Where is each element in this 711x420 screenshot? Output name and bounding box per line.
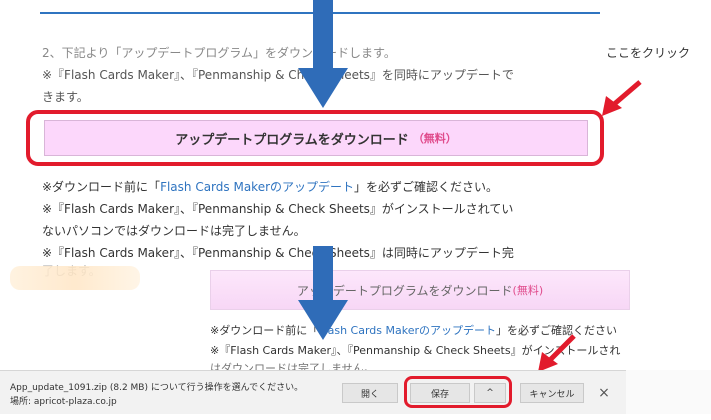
- highlight-outline-save: [404, 376, 512, 408]
- open-button[interactable]: 開く: [342, 383, 398, 403]
- download-source: 場所: apricot-plaza.co.jp: [10, 397, 117, 407]
- cancel-button[interactable]: キャンセル: [520, 383, 584, 403]
- close-icon[interactable]: ×: [596, 383, 612, 403]
- down-arrow-top: [298, 0, 348, 108]
- download-message: App_update_1091.zip (8.2 MB) について行う操作を選ん…: [10, 383, 304, 393]
- down-arrow-bottom: [298, 246, 348, 340]
- annotation-arrows: [298, 0, 642, 372]
- red-arrow-save: [538, 334, 576, 372]
- red-arrow-callout: [602, 80, 642, 116]
- bar-right-area: [626, 370, 711, 414]
